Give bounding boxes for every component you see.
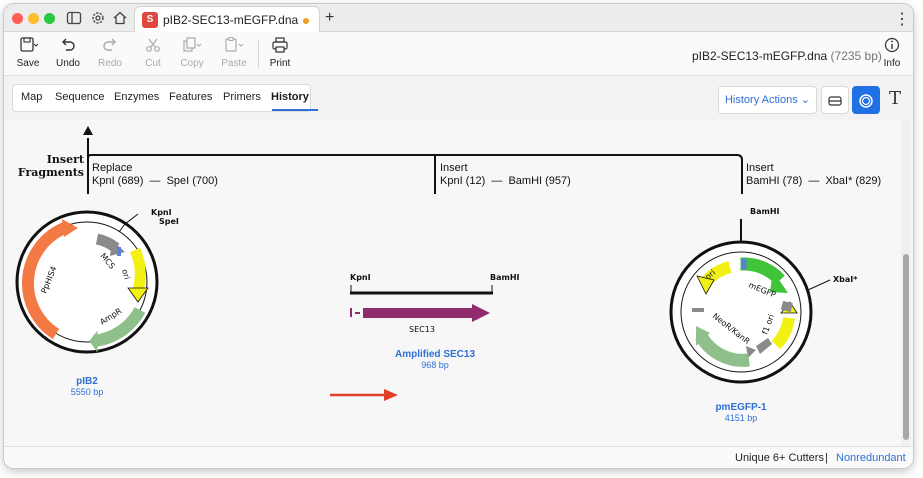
history-arrowhead <box>83 126 93 135</box>
tab-sequence[interactable]: Sequence <box>55 91 105 103</box>
print-button[interactable]: Print <box>260 36 300 69</box>
cut-button[interactable]: Cut <box>133 36 173 69</box>
main-toolbar: Save Undo Redo Cut Copy Paste Print pIB2… <box>4 32 913 76</box>
pmegfp-site-bamhi: BamHI <box>750 207 780 216</box>
fragment-size: 968 bp <box>421 360 449 370</box>
zoom-window-button[interactable] <box>44 13 55 24</box>
scrollbar-thumb[interactable] <box>903 254 909 440</box>
history-actions-dropdown[interactable]: History Actions ⌄ <box>718 86 817 114</box>
scissors-icon <box>133 36 173 56</box>
plasmid-pmegfp-map[interactable]: BamHI XbaI* ori mEGFP f1 ori NeoR/KanR <box>669 207 858 384</box>
save-icon <box>8 36 48 56</box>
document-tab-title: pIB2-SEC13-mEGFP.dna <box>163 13 299 27</box>
circular-view-button[interactable] <box>852 86 880 114</box>
copy-icon <box>172 36 212 56</box>
new-tab-button[interactable]: + <box>325 9 334 27</box>
tab-primers[interactable]: Primers <box>223 91 261 103</box>
printer-icon <box>260 36 300 56</box>
app-window: S pIB2-SEC13-mEGFP.dna + ⋮ Save Undo Red… <box>4 4 913 468</box>
document-name: pIB2-SEC13-mEGFP.dna (7235 bp) <box>692 49 882 63</box>
enzyme-set-selector[interactable]: Unique 6+ Cutters <box>735 452 824 464</box>
paste-icon <box>214 36 254 56</box>
redo-label: Redo <box>98 58 122 69</box>
step-3-detail: BamHI (78) — XbaI* (829) <box>746 175 881 187</box>
paste-label: Paste <box>221 58 247 69</box>
pib2-site-spei: SpeI <box>159 217 179 226</box>
status-bar: Unique 6+ Cutters | Nonredundant <box>4 446 913 468</box>
copy-button[interactable]: Copy <box>172 36 212 69</box>
fragment-sec13-map[interactable]: KpnI BamHI SEC13 <box>350 273 520 334</box>
view-tabs: Map Sequence Enzymes Features Primers Hi… <box>12 84 318 112</box>
plasmid-pib2-map[interactable]: KpnI SpeI PpHIS4 AmpR ori MCS <box>15 208 179 354</box>
tab-enzymes[interactable]: Enzymes <box>114 91 159 103</box>
step-2-detail: KpnI (12) — BamHI (957) <box>440 175 571 187</box>
step-3-action: Insert <box>746 162 774 174</box>
unsaved-indicator-icon <box>303 18 309 24</box>
save-button[interactable]: Save <box>8 36 48 69</box>
document-filename: pIB2-SEC13-mEGFP.dna <box>692 49 828 63</box>
step-1-action: Replace <box>92 162 132 174</box>
status-separator: | <box>825 452 828 464</box>
toolbar-divider <box>258 40 259 68</box>
active-tab-indicator <box>272 109 318 111</box>
cut-label: Cut <box>145 58 161 69</box>
redo-button[interactable]: Redo <box>90 36 130 69</box>
text-toggle-button[interactable]: T <box>881 86 909 114</box>
view-bar: Map Sequence Enzymes Features Primers Hi… <box>4 76 913 120</box>
linear-map-icon <box>827 92 843 108</box>
feature-ori[interactable] <box>129 247 146 292</box>
print-label: Print <box>269 58 291 69</box>
tab-history[interactable]: History <box>271 91 309 103</box>
undo-icon <box>48 36 88 56</box>
document-tab[interactable]: S pIB2-SEC13-mEGFP.dna <box>134 6 320 32</box>
operation-label-line2: Fragments <box>18 166 84 179</box>
pmegfp-site-xbai: XbaI* <box>833 275 858 284</box>
paste-button[interactable]: Paste <box>214 36 254 69</box>
pmegfp-size: 4151 bp <box>725 413 758 423</box>
sidebar-toggle-icon[interactable] <box>66 10 82 26</box>
fragment-feature-label-sec13: SEC13 <box>409 325 435 334</box>
operation-label-line1: Insert <box>47 153 85 166</box>
red-arrow-annotation <box>330 389 398 401</box>
copy-label: Copy <box>180 58 204 69</box>
close-window-button[interactable] <box>12 13 23 24</box>
gear-icon[interactable] <box>90 10 106 26</box>
feature-sec13[interactable] <box>363 304 490 322</box>
tab-features[interactable]: Features <box>169 91 212 103</box>
text-icon: T <box>888 88 901 109</box>
undo-button[interactable]: Undo <box>48 36 88 69</box>
redo-icon <box>90 36 130 56</box>
step-1-detail: KpnI (689) — SpeI (700) <box>92 175 218 187</box>
title-bar: S pIB2-SEC13-mEGFP.dna + ⋮ <box>4 4 913 32</box>
fragment-site-kpni: KpnI <box>350 273 371 282</box>
fragment-name-link[interactable]: Amplified SEC13 <box>395 349 475 360</box>
pib2-size: 5550 bp <box>71 387 104 397</box>
enzyme-mode-link[interactable]: Nonredundant <box>836 452 906 464</box>
linear-view-button[interactable] <box>821 86 849 114</box>
fragment-site-bamhi: BamHI <box>490 273 520 282</box>
history-canvas: Insert Fragments Replace KpnI (689) — Sp… <box>4 120 913 446</box>
info-button[interactable]: Info <box>872 36 912 69</box>
step-2-action: Insert <box>440 162 468 174</box>
pmegfp-name-link[interactable]: pmEGFP-1 <box>715 402 767 413</box>
history-diagram: Insert Fragments Replace KpnI (689) — Sp… <box>15 126 881 423</box>
tab-map[interactable]: Map <box>21 91 42 103</box>
circular-map-icon <box>858 92 874 109</box>
home-icon[interactable] <box>112 10 128 26</box>
info-label: Info <box>883 58 901 69</box>
pib2-name-link[interactable]: pIB2 <box>76 376 98 387</box>
more-menu-button[interactable]: ⋮ <box>894 9 910 29</box>
save-label: Save <box>16 58 40 69</box>
info-icon <box>872 36 912 56</box>
pib2-site-kpni: KpnI <box>151 208 172 217</box>
minimize-window-button[interactable] <box>28 13 39 24</box>
undo-label: Undo <box>56 58 80 69</box>
snapgene-logo-icon: S <box>142 12 158 28</box>
